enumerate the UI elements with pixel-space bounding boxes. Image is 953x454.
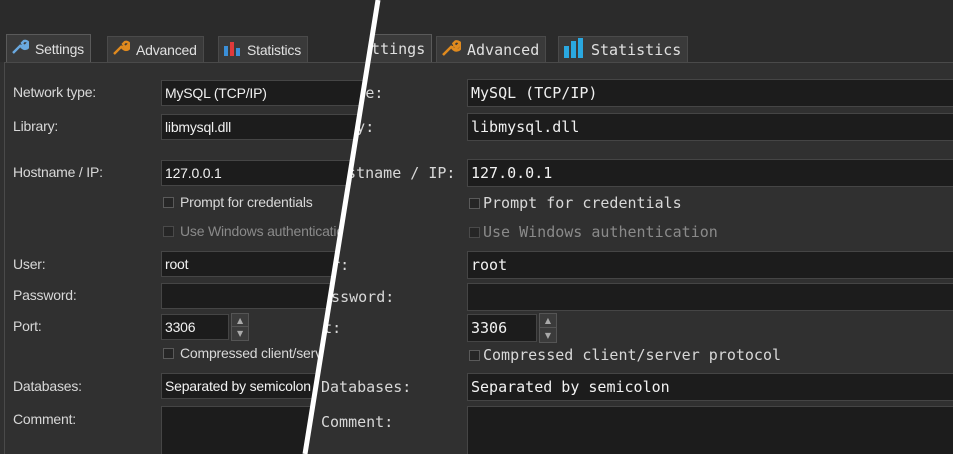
databases-label: Databases: bbox=[13, 378, 82, 394]
user-label: User: bbox=[13, 256, 46, 272]
network-type-select[interactable]: MySQL (TCP/IP) bbox=[161, 80, 378, 106]
port-spinner[interactable]: ▲ ▼ bbox=[231, 313, 249, 341]
spin-up-icon[interactable]: ▲ bbox=[232, 314, 248, 327]
tab-statistics[interactable]: Statistics bbox=[558, 36, 689, 62]
checkbox-box[interactable] bbox=[163, 225, 174, 237]
comment-textarea[interactable] bbox=[467, 406, 953, 454]
checkbox-box[interactable] bbox=[163, 347, 174, 359]
checkbox-box[interactable] bbox=[469, 349, 480, 361]
port-input[interactable]: 3306 bbox=[467, 314, 537, 342]
password-input[interactable] bbox=[467, 283, 953, 311]
tab-settings[interactable]: Settings bbox=[6, 34, 91, 62]
bar-chart-icon bbox=[563, 37, 585, 62]
user-input[interactable]: root bbox=[467, 251, 953, 279]
hostname-label: Hostname / IP: bbox=[13, 164, 103, 180]
port-input[interactable]: 3306 bbox=[161, 314, 229, 340]
tab-advanced[interactable]: Advanced bbox=[107, 36, 204, 62]
tab-advanced[interactable]: Advanced bbox=[436, 36, 547, 62]
port-spinner[interactable]: ▲ ▼ bbox=[539, 313, 557, 343]
wrench-orange-icon bbox=[112, 40, 132, 59]
spin-up-icon[interactable]: ▲ bbox=[540, 314, 556, 328]
checkbox-box[interactable] bbox=[469, 197, 480, 209]
tab-statistics[interactable]: Statistics bbox=[218, 36, 309, 62]
network-type-select[interactable]: MySQL (TCP/IP) bbox=[467, 79, 953, 107]
network-type-label: Network type: bbox=[13, 84, 96, 100]
windows-auth-checkbox[interactable]: Use Windows authentication bbox=[163, 223, 352, 239]
library-label: Library: bbox=[13, 118, 59, 134]
library-select[interactable]: libmysql.dll bbox=[467, 113, 953, 141]
comment-label: Comment: bbox=[13, 411, 76, 427]
password-label: Password: bbox=[13, 287, 77, 303]
wrench-orange-icon bbox=[441, 39, 463, 61]
compressed-protocol-checkbox[interactable]: Compressed client/server protocol bbox=[469, 346, 781, 364]
databases-label: Databases: bbox=[321, 378, 412, 396]
comment-label: Comment: bbox=[321, 413, 394, 431]
port-label: Port: bbox=[13, 318, 42, 334]
databases-input[interactable]: Separated by semicolon bbox=[467, 373, 953, 401]
hostname-input[interactable]: 127.0.0.1 bbox=[467, 159, 953, 187]
windows-auth-checkbox[interactable]: Use Windows authentication bbox=[469, 223, 718, 241]
checkbox-box[interactable] bbox=[469, 226, 480, 238]
bar-chart-icon bbox=[223, 40, 241, 59]
wrench-icon bbox=[11, 39, 31, 58]
spin-down-icon[interactable]: ▼ bbox=[232, 327, 248, 340]
spin-down-icon[interactable]: ▼ bbox=[540, 328, 556, 342]
checkbox-box[interactable] bbox=[163, 196, 174, 208]
prompt-credentials-checkbox[interactable]: Prompt for credentials bbox=[163, 194, 313, 210]
prompt-credentials-checkbox[interactable]: Prompt for credentials bbox=[469, 194, 682, 212]
